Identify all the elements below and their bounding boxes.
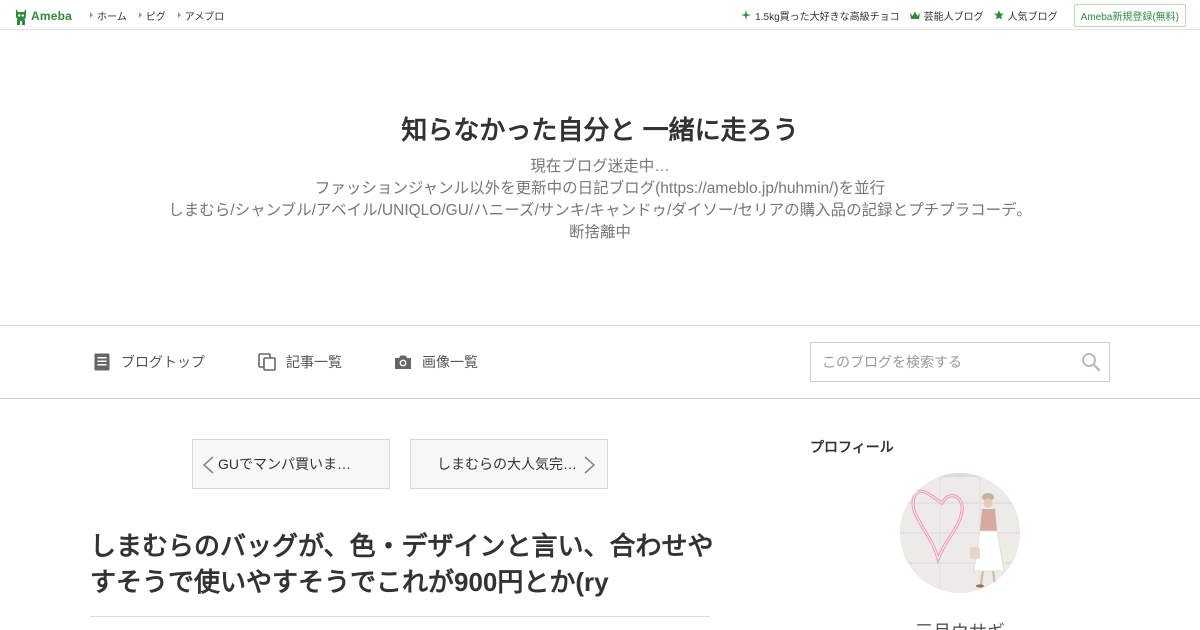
nav-ameblo-link[interactable]: アメブロ: [177, 8, 225, 23]
header-right-links: 1.5kg買った大好きな高級チョコ 芸能人ブログ 人気ブログ Ameba新規登録…: [741, 0, 1186, 30]
blog-description-line: 断捨離中: [568, 224, 631, 241]
blog-description-line: しまむら/シャンブル/アベイル/UNIQLO/GU/ハニーズ/サンキ/キャンドゥ…: [168, 202, 1032, 219]
nav-pigg-link[interactable]: ピグ: [138, 8, 166, 23]
ameba-logo-icon: [14, 7, 28, 25]
avatar-photo: [900, 473, 1020, 593]
nav-home-link[interactable]: ホーム: [90, 8, 127, 23]
profile-heading: プロフィール: [810, 439, 894, 455]
star-icon: [993, 10, 1004, 20]
sparkle-icon: [741, 10, 752, 20]
celebrity-blog-label: 芸能人ブログ: [923, 11, 984, 23]
article-title[interactable]: しまむらのバッグが、色・デザインと言い、合わせやすそうで使いやすそうでこれが90…: [90, 528, 715, 600]
next-entry-label: しまむらの大人気完…: [437, 456, 577, 472]
triangle-right-icon: [90, 12, 93, 18]
promo-label: 1.5kg買った大好きな高級チョコ: [755, 11, 900, 23]
global-nav: ホーム ピグ アメブロ: [90, 0, 224, 30]
promo-chocolate-link[interactable]: 1.5kg買った大好きな高級チョコ: [741, 8, 900, 23]
camera-icon: [395, 355, 411, 369]
nav-label: ピグ: [145, 11, 166, 23]
previous-entry-link[interactable]: GUでマンパ買いま…: [192, 439, 390, 489]
search-icon[interactable]: [1081, 352, 1101, 372]
copy-pages-icon: [258, 353, 276, 371]
ameba-header-bar: Ameba ホーム ピグ アメブロ 1.5kg買った大好きな高級チョコ 芸能人ブ…: [0, 0, 1200, 30]
blog-nav: ブログトップ 記事一覧 画像一覧: [0, 325, 1200, 399]
blog-search-input[interactable]: [811, 343, 1071, 381]
nav-label: アメブロ: [184, 11, 225, 23]
popular-blog-link[interactable]: 人気ブログ: [993, 8, 1058, 23]
entry-list-link[interactable]: 記事一覧: [258, 326, 342, 398]
profile-avatar[interactable]: [900, 473, 1020, 593]
article-divider: [90, 616, 710, 617]
ameba-logo-text: Ameba: [31, 9, 73, 23]
crown-icon: [909, 11, 920, 19]
blog-header: 知らなかった自分と 一緒に走ろう 現在ブログ迷走中… ファッションジャンル以外を…: [0, 30, 1200, 325]
ameba-logo[interactable]: Ameba: [14, 6, 72, 26]
chevron-left-icon: [202, 456, 214, 474]
image-list-label: 画像一覧: [422, 354, 478, 370]
blog-title[interactable]: 知らなかった自分と 一緒に走ろう: [0, 110, 1200, 147]
blog-description-line: ファッションジャンル以外を更新中の日記ブログ(https://ameblo.jp…: [314, 180, 886, 197]
triangle-right-icon: [138, 12, 142, 18]
celebrity-blog-link[interactable]: 芸能人ブログ: [909, 8, 984, 23]
chevron-right-icon: [584, 456, 596, 474]
blog-search: [810, 342, 1110, 382]
image-list-link[interactable]: 画像一覧: [394, 326, 478, 398]
blog-description: 現在ブログ迷走中… ファッションジャンル以外を更新中の日記ブログ(https:/…: [0, 156, 1200, 244]
next-entry-link[interactable]: しまむらの大人気完…: [410, 439, 608, 489]
profile-name[interactable]: 三月ウサギ: [810, 618, 1110, 630]
document-icon: [94, 353, 110, 371]
register-button[interactable]: Ameba新規登録(無料): [1073, 3, 1186, 27]
entry-list-label: 記事一覧: [286, 354, 342, 370]
previous-entry-label: GUでマンパ買いま…: [218, 456, 351, 472]
blog-description-line: 現在ブログ迷走中…: [530, 158, 670, 175]
blog-top-label: ブログトップ: [121, 354, 205, 370]
blog-top-link[interactable]: ブログトップ: [93, 326, 205, 398]
nav-label: ホーム: [97, 11, 127, 23]
triangle-right-icon: [177, 12, 181, 18]
popular-blog-label: 人気ブログ: [1007, 11, 1058, 23]
